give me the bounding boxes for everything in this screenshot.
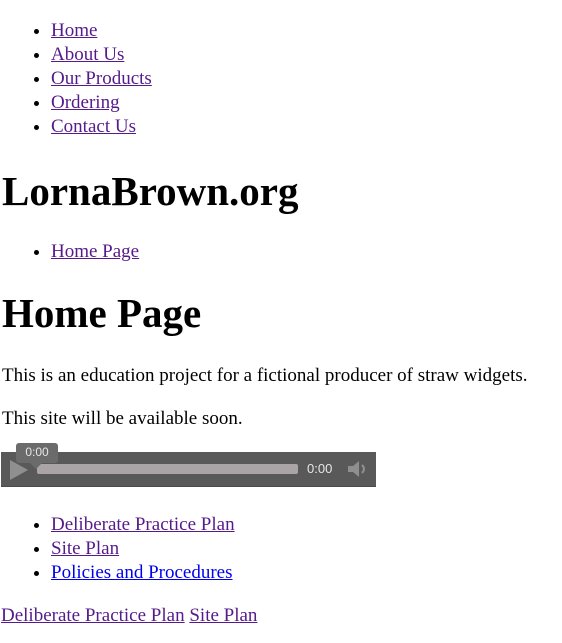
nav-item-about-us: About Us (51, 43, 152, 67)
top-nav: Home About Us Our Products Ordering Cont… (0, 19, 152, 139)
secondary-nav-item: Policies and Procedures (51, 561, 235, 585)
footer-links: Deliberate Practice Plan Site Plan (1, 605, 257, 627)
breadcrumb: Home Page (0, 240, 139, 264)
nav-link-our-products[interactable]: Our Products (51, 68, 152, 89)
secondary-nav-item: Deliberate Practice Plan (51, 513, 235, 537)
footer-link-site-plan[interactable]: Site Plan (189, 605, 257, 626)
link-site-plan[interactable]: Site Plan (51, 538, 119, 559)
nav-link-ordering[interactable]: Ordering (51, 92, 120, 113)
nav-link-contact-us[interactable]: Contact Us (51, 116, 136, 137)
nav-item-ordering: Ordering (51, 91, 152, 115)
audio-player: 0:00 0:00 (1, 443, 376, 487)
site-title: LornaBrown.org (2, 168, 299, 214)
play-icon[interactable] (10, 460, 28, 480)
availability-paragraph: This site will be available soon. (2, 408, 243, 429)
page-title: Home Page (2, 290, 202, 336)
nav-link-about-us[interactable]: About Us (51, 44, 124, 65)
current-time-tooltip: 0:00 (16, 443, 58, 469)
nav-link-home[interactable]: Home (51, 20, 97, 41)
footer-link-deliberate-practice-plan[interactable]: Deliberate Practice Plan (1, 605, 185, 626)
secondary-nav-item: Site Plan (51, 537, 235, 561)
link-policies-and-procedures[interactable]: Policies and Procedures (51, 562, 233, 583)
volume-icon[interactable] (346, 459, 370, 479)
intro-paragraph: This is an education project for a ficti… (2, 365, 528, 386)
nav-item-home: Home (51, 19, 152, 43)
duration-time: 0:00 (307, 461, 333, 476)
seek-slider[interactable] (37, 464, 298, 474)
link-deliberate-practice-plan[interactable]: Deliberate Practice Plan (51, 514, 235, 535)
secondary-nav: Deliberate Practice Plan Site Plan Polic… (0, 513, 235, 585)
nav-item-contact-us: Contact Us (51, 115, 152, 139)
nav-item-our-products: Our Products (51, 67, 152, 91)
breadcrumb-item: Home Page (51, 240, 139, 264)
breadcrumb-link-home-page[interactable]: Home Page (51, 241, 139, 262)
